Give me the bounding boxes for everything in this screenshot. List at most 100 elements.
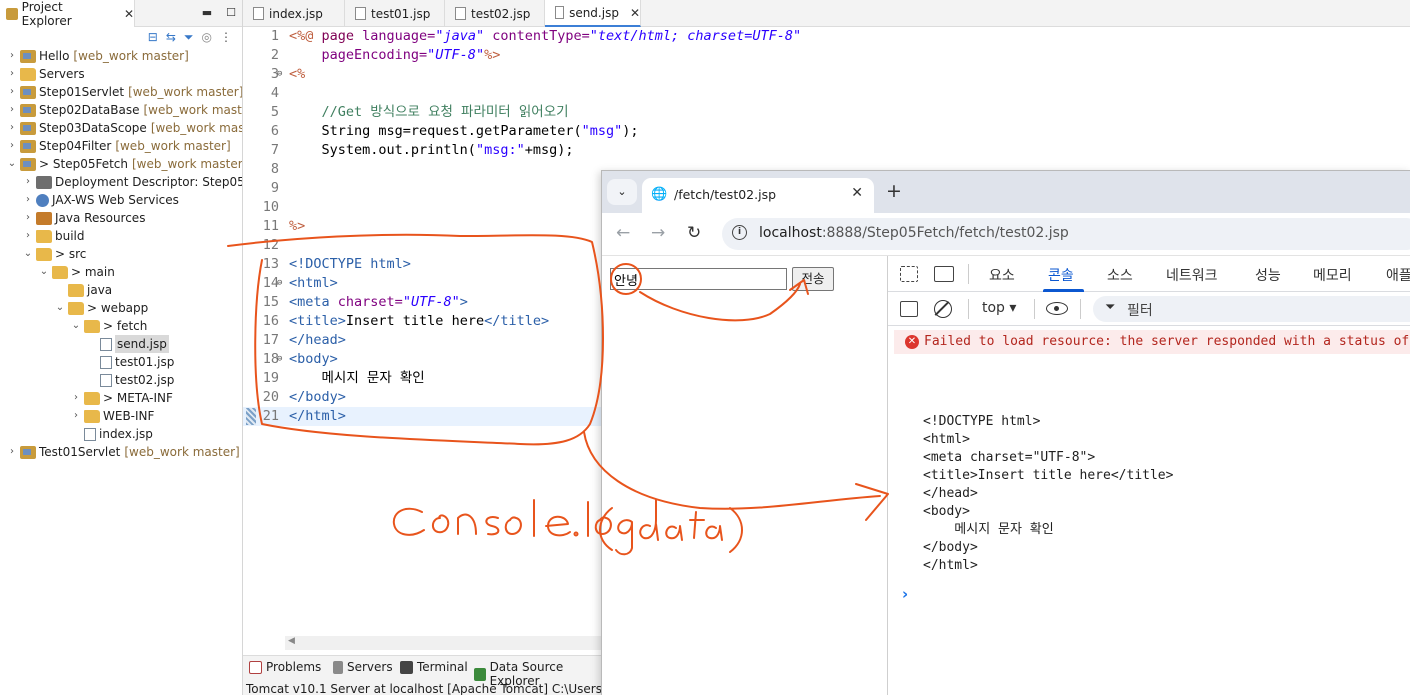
editor-tab-send[interactable]: send.jsp ✕ bbox=[545, 0, 641, 27]
tree-item[interactable]: test02.jsp bbox=[86, 371, 174, 389]
back-icon[interactable]: ← bbox=[616, 223, 630, 243]
chevron-right-icon[interactable]: › bbox=[70, 389, 82, 407]
clear-console-icon[interactable] bbox=[934, 300, 952, 318]
tree-item[interactable]: › JAX-WS Web Services bbox=[22, 191, 179, 209]
devtools-tab-performance[interactable]: 성능 bbox=[1255, 265, 1281, 285]
devtools-tab-sources[interactable]: 소스 bbox=[1107, 265, 1133, 285]
devtools-tabbar: 요소 콘솔 소스 네트워크 성능 메모리 애플 bbox=[888, 256, 1410, 292]
close-icon[interactable]: ✕ bbox=[630, 6, 640, 20]
filter-icon[interactable]: ⏷ bbox=[184, 30, 194, 45]
console-prompt-icon[interactable]: › bbox=[902, 585, 908, 603]
collapse-all-icon[interactable]: ⊟ bbox=[148, 30, 158, 44]
descriptor-icon bbox=[36, 175, 52, 189]
link-with-editor-icon[interactable]: ⇆ bbox=[166, 30, 176, 44]
tree-item[interactable]: › Step01Servlet [web_work master] bbox=[6, 83, 243, 101]
tree-item[interactable]: send.jsp bbox=[86, 335, 169, 353]
inspect-element-icon[interactable] bbox=[900, 266, 918, 282]
project-explorer-tab[interactable]: Project Explorer ✕ bbox=[0, 0, 135, 28]
chevron-down-icon[interactable]: ⌄ bbox=[6, 155, 18, 173]
chevron-right-icon[interactable]: › bbox=[6, 137, 18, 155]
view-menu-icon[interactable]: ⋮ bbox=[220, 30, 232, 44]
tab-problems[interactable]: Problems bbox=[249, 660, 321, 674]
project-icon bbox=[20, 445, 36, 459]
tree-item[interactable]: › Hello [web_work master] bbox=[6, 47, 189, 65]
git-decoration: [web_work master] bbox=[143, 103, 242, 117]
tree-item[interactable]: › build bbox=[22, 227, 85, 245]
sidebar-toggle-icon[interactable] bbox=[900, 301, 918, 317]
site-info-icon[interactable]: i bbox=[732, 225, 747, 240]
jsp-file-icon bbox=[100, 337, 112, 351]
devtools-panel: 요소 콘솔 소스 네트워크 성능 메모리 애플 top ▾ ⏷ 필터 ✕ Fai… bbox=[887, 256, 1410, 695]
project-icon bbox=[20, 139, 36, 153]
tree-item[interactable]: › > META-INF bbox=[70, 389, 173, 407]
tree-item[interactable]: ⌄ > fetch bbox=[70, 317, 148, 335]
tree-item-label: > webapp bbox=[87, 301, 149, 315]
devtools-tab-console[interactable]: 콘솔 bbox=[1048, 265, 1074, 285]
chevron-right-icon[interactable]: › bbox=[6, 83, 18, 101]
reload-icon[interactable]: ↻ bbox=[687, 223, 701, 243]
chevron-right-icon[interactable]: › bbox=[6, 65, 18, 83]
git-decoration: [web_work master] bbox=[132, 157, 243, 171]
minimize-icon[interactable]: ▬ bbox=[202, 6, 212, 19]
new-tab-icon[interactable]: + bbox=[886, 180, 902, 202]
tree-item[interactable]: index.jsp bbox=[70, 425, 153, 443]
console-filter-input[interactable]: ⏷ 필터 bbox=[1093, 296, 1410, 322]
tab-search-icon[interactable]: ⌄ bbox=[607, 179, 637, 205]
devtools-tab-network[interactable]: 네트워크 bbox=[1166, 265, 1218, 285]
chevron-right-icon[interactable]: › bbox=[6, 443, 18, 461]
send-button[interactable]: 전송 bbox=[792, 267, 834, 291]
tree-item[interactable]: ⌄ > main bbox=[38, 263, 115, 281]
chevron-down-icon[interactable]: ⌄ bbox=[22, 245, 34, 263]
problems-icon bbox=[249, 660, 262, 674]
close-icon[interactable]: ✕ bbox=[124, 7, 134, 21]
tree-item[interactable]: › Servers bbox=[6, 65, 85, 83]
tree-item[interactable]: ⌄ > Step05Fetch [web_work master] bbox=[6, 155, 243, 173]
devtools-tab-elements[interactable]: 요소 bbox=[989, 265, 1015, 285]
chevron-right-icon[interactable]: › bbox=[6, 119, 18, 137]
tree-item[interactable]: ⌄ > webapp bbox=[54, 299, 148, 317]
tree-item[interactable]: test01.jsp bbox=[86, 353, 174, 371]
editor-tab-test01[interactable]: test01.jsp bbox=[345, 0, 445, 27]
chevron-right-icon[interactable]: › bbox=[6, 47, 18, 65]
editor-tab-index[interactable]: index.jsp bbox=[243, 0, 345, 27]
live-expression-eye-icon[interactable] bbox=[1046, 302, 1068, 315]
tree-item[interactable]: › Step03DataScope[web_work master] bbox=[6, 119, 242, 137]
tab-terminal[interactable]: Terminal bbox=[400, 660, 468, 674]
context-selector[interactable]: top ▾ bbox=[982, 300, 1016, 316]
chevron-down-icon[interactable]: ⌄ bbox=[38, 263, 50, 281]
devtools-tab-memory[interactable]: 메모리 bbox=[1313, 265, 1352, 285]
chevron-right-icon[interactable]: › bbox=[6, 101, 18, 119]
msg-input[interactable] bbox=[610, 268, 787, 290]
tree-item[interactable]: java bbox=[54, 281, 112, 299]
folder-icon bbox=[84, 391, 100, 405]
tree-item[interactable]: › Test01Servlet [web_work master] bbox=[6, 443, 240, 461]
editor-tab-test02[interactable]: test02.jsp bbox=[445, 0, 545, 27]
git-decoration: [web_work master] bbox=[128, 85, 243, 99]
address-bar[interactable]: i localhost:8888/Step05Fetch/fetch/test0… bbox=[722, 218, 1410, 250]
tab-servers[interactable]: Servers bbox=[333, 660, 393, 674]
page-viewport: 전송 bbox=[602, 256, 887, 695]
forward-icon[interactable]: → bbox=[651, 223, 665, 243]
tree-item-label: Deployment Descriptor: Step05Fetch bbox=[55, 175, 242, 189]
chevron-right-icon[interactable]: › bbox=[22, 209, 34, 227]
device-toolbar-icon[interactable] bbox=[934, 266, 954, 282]
close-icon[interactable]: ✕ bbox=[851, 185, 863, 201]
chevron-down-icon[interactable]: ⌄ bbox=[70, 317, 82, 335]
tree-item[interactable]: ⌄ > src bbox=[22, 245, 87, 263]
tree-item[interactable]: › Step04Filter [web_work master] bbox=[6, 137, 231, 155]
chevron-right-icon[interactable]: › bbox=[22, 191, 34, 209]
tree-item[interactable]: › WEB-INF bbox=[70, 407, 154, 425]
tree-item[interactable]: › Java Resources bbox=[22, 209, 145, 227]
browser-toolbar: ← → ↻ i localhost:8888/Step05Fetch/fetch… bbox=[602, 213, 1410, 256]
chevron-right-icon[interactable]: › bbox=[70, 407, 82, 425]
tree-item[interactable]: › Step02DataBase[web_work master] bbox=[6, 101, 242, 119]
devtools-tab-application[interactable]: 애플 bbox=[1386, 265, 1410, 285]
focus-icon[interactable]: ◎ bbox=[202, 30, 212, 44]
tree-item[interactable]: › Deployment Descriptor: Step05Fetch bbox=[22, 173, 242, 191]
maximize-icon[interactable]: ☐ bbox=[226, 6, 236, 19]
browser-tab[interactable]: 🌐 /fetch/test02.jsp ✕ bbox=[642, 178, 874, 213]
tree-item-label: Hello bbox=[39, 49, 70, 63]
chevron-right-icon[interactable]: › bbox=[22, 227, 34, 245]
chevron-right-icon[interactable]: › bbox=[22, 173, 34, 191]
chevron-down-icon[interactable]: ⌄ bbox=[54, 299, 66, 317]
